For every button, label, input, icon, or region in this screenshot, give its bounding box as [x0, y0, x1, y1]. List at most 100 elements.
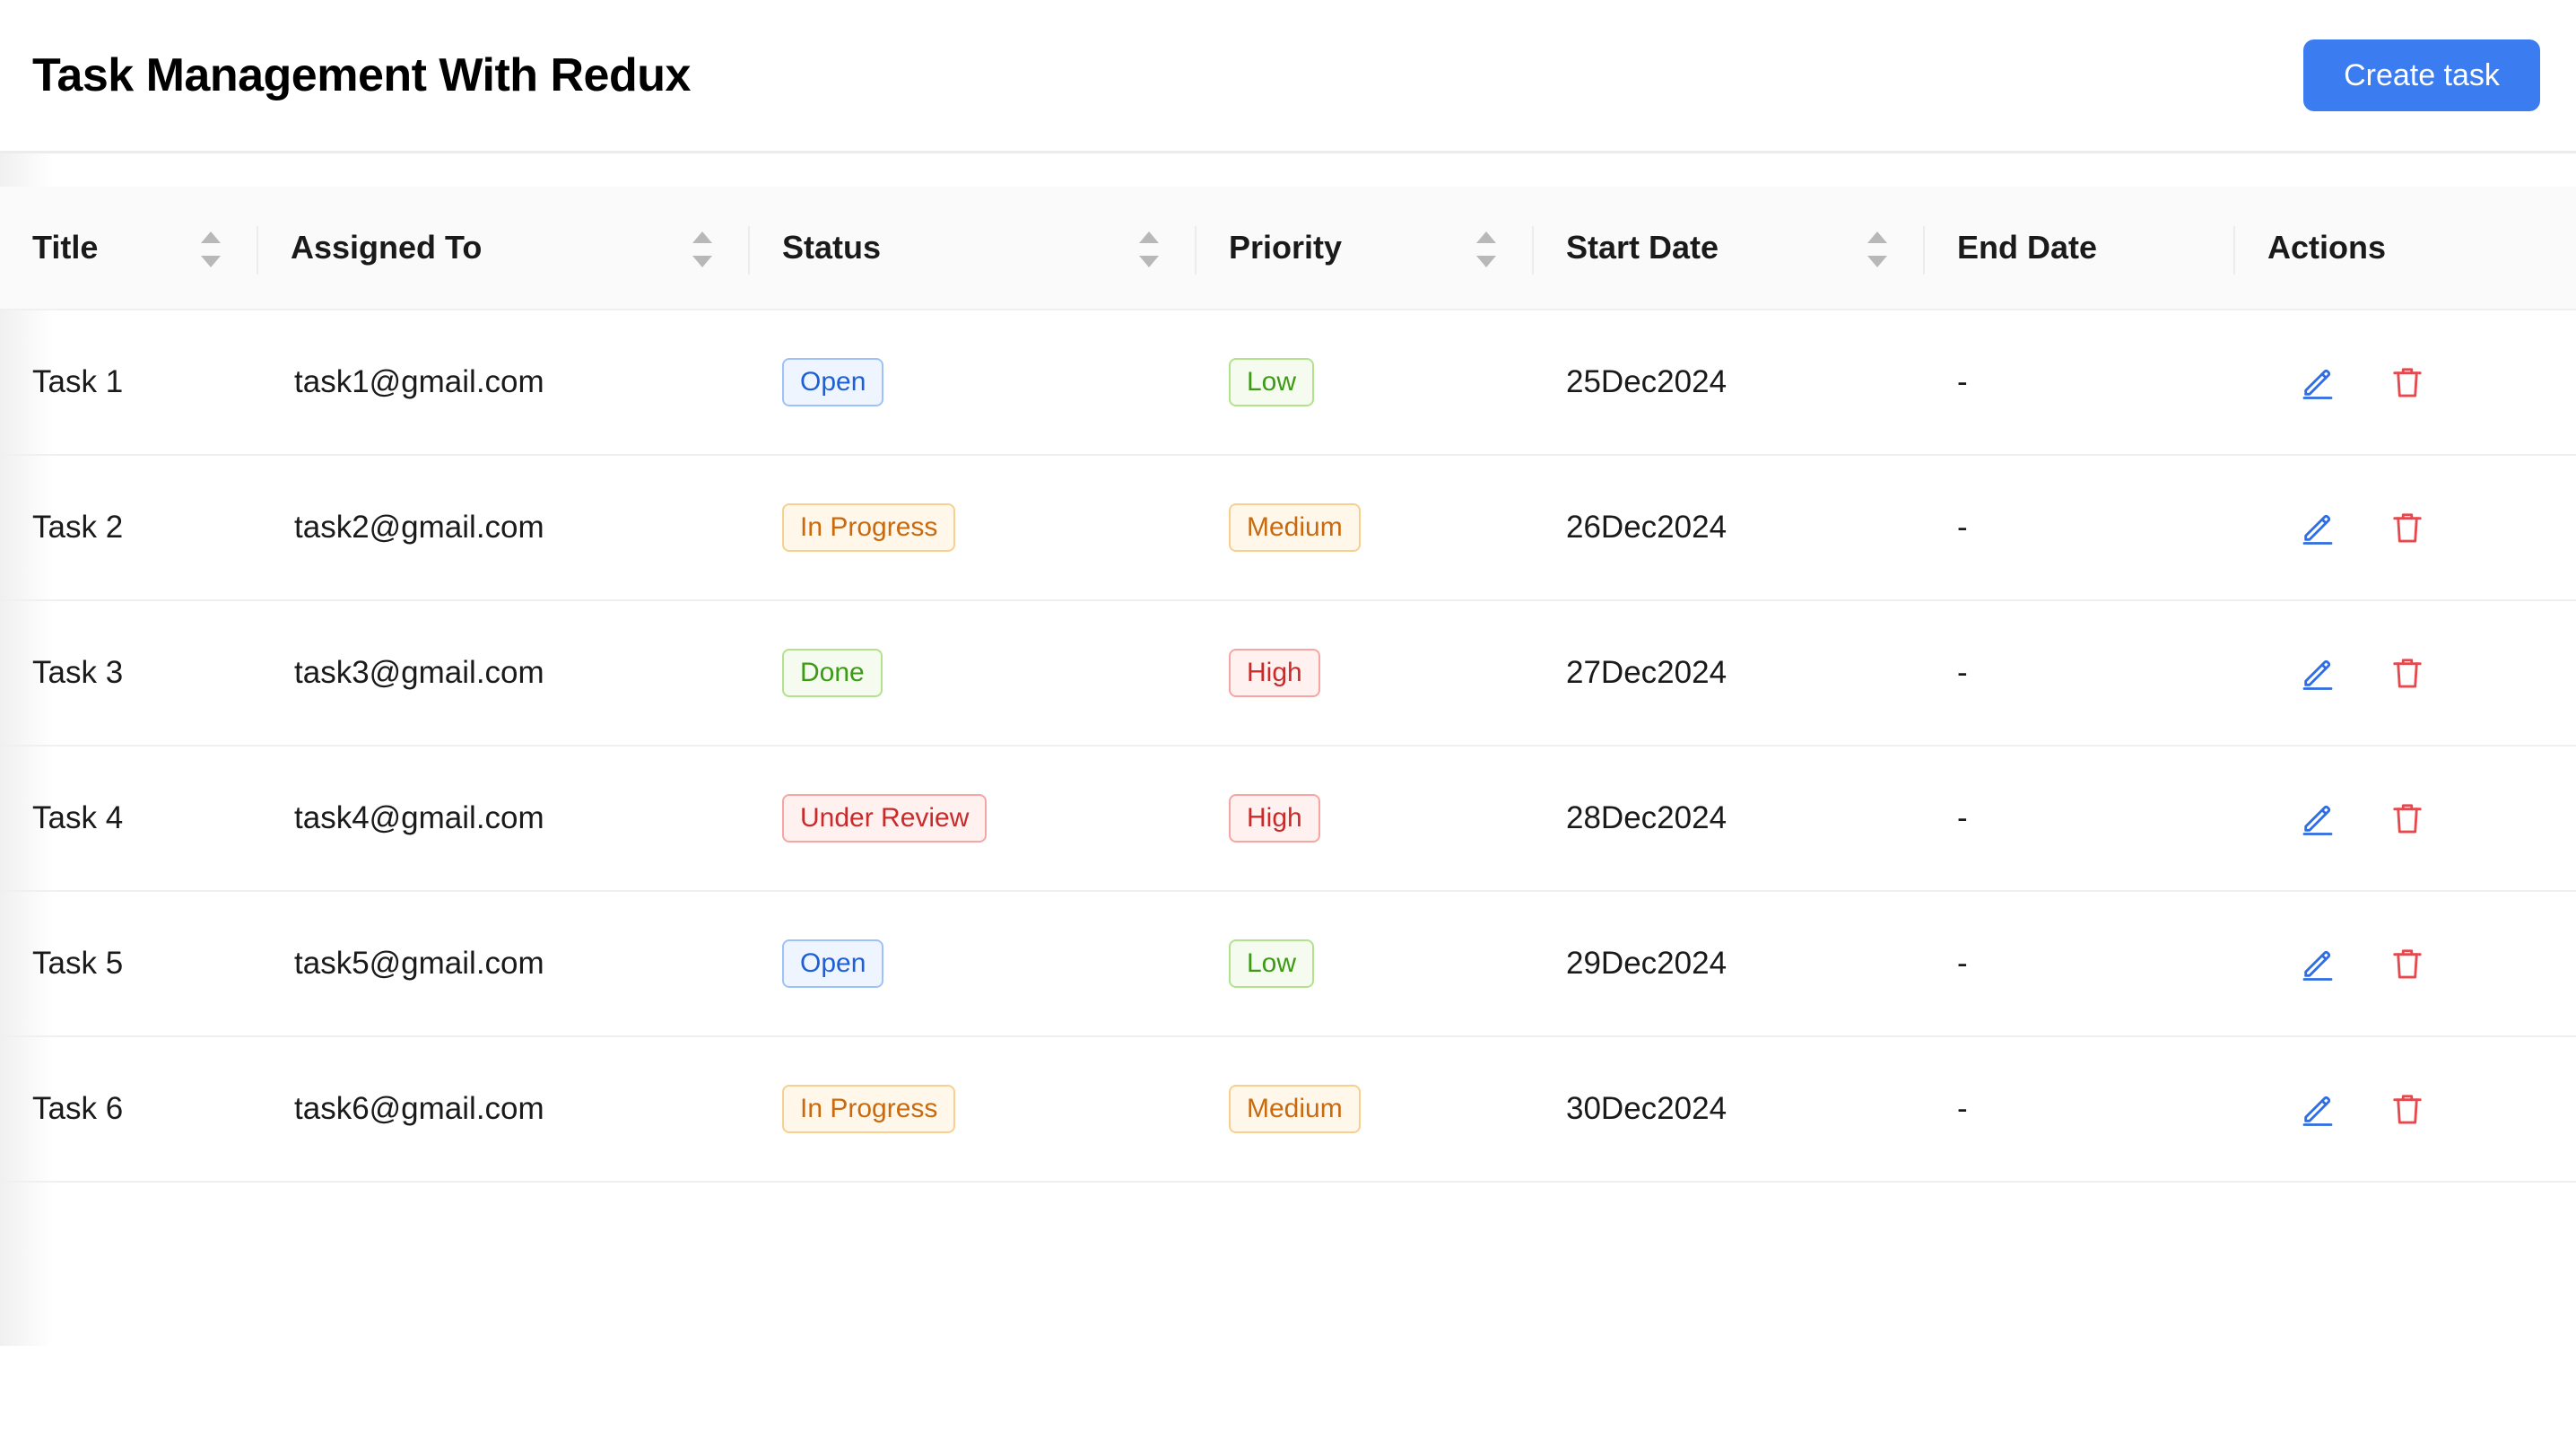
cell-title: Task 2	[0, 456, 258, 601]
page-header: Task Management With Redux Create task	[0, 0, 2576, 153]
column-header-label: Actions	[2267, 229, 2387, 266]
priority-badge: Medium	[1229, 503, 1361, 552]
page-title: Task Management With Redux	[32, 49, 691, 101]
sort-caret-icon[interactable]	[1139, 231, 1159, 267]
status-badge: Under Review	[782, 794, 988, 843]
pencil-edit-icon[interactable]	[2298, 1089, 2337, 1129]
cell-status: Open	[750, 310, 1197, 456]
sort-caret-icon[interactable]	[692, 231, 712, 267]
assignee-email: task5@gmail.com	[294, 946, 544, 981]
column-header-end-date: End Date	[1925, 187, 2235, 310]
cell-priority: High	[1197, 747, 1534, 892]
cell-actions	[2235, 601, 2576, 747]
column-header-assigned-to[interactable]: Assigned To	[258, 187, 750, 310]
cell-end-date: -	[1925, 892, 2235, 1037]
end-date: -	[1957, 800, 1968, 835]
column-header-label: End Date	[1957, 229, 2098, 266]
cell-start-date: 25Dec2024	[1534, 310, 1925, 456]
cell-priority: Medium	[1197, 1037, 1534, 1183]
column-header-actions: Actions	[2235, 187, 2576, 310]
pencil-edit-icon[interactable]	[2298, 799, 2337, 838]
cell-title: Task 5	[0, 892, 258, 1037]
trash-delete-icon[interactable]	[2388, 799, 2427, 838]
cell-actions	[2235, 747, 2576, 892]
cell-start-date: 29Dec2024	[1534, 892, 1925, 1037]
task-title: Task 5	[32, 946, 124, 981]
pencil-edit-icon[interactable]	[2298, 944, 2337, 983]
assignee-email: task2@gmail.com	[294, 510, 544, 545]
end-date: -	[1957, 946, 1968, 981]
pencil-edit-icon[interactable]	[2298, 508, 2337, 547]
cell-status: Done	[750, 601, 1197, 747]
cell-title: Task 1	[0, 310, 258, 456]
trash-delete-icon[interactable]	[2388, 1089, 2427, 1129]
column-header-label: Priority	[1229, 229, 1343, 266]
cell-priority: Low	[1197, 892, 1534, 1037]
cell-actions	[2235, 456, 2576, 601]
cell-assigned-to: task6@gmail.com	[258, 1037, 750, 1183]
sort-caret-icon[interactable]	[201, 231, 221, 267]
trash-delete-icon[interactable]	[2388, 508, 2427, 547]
assignee-email: task3@gmail.com	[294, 655, 544, 690]
column-header-label: Assigned To	[291, 229, 483, 266]
trash-delete-icon[interactable]	[2388, 653, 2427, 693]
cell-title: Task 4	[0, 747, 258, 892]
cell-status: In Progress	[750, 1037, 1197, 1183]
cell-actions	[2235, 892, 2576, 1037]
cell-end-date: -	[1925, 1037, 2235, 1183]
column-header-start-date[interactable]: Start Date	[1534, 187, 1925, 310]
cell-assigned-to: task1@gmail.com	[258, 310, 750, 456]
start-date: 27Dec2024	[1566, 655, 1727, 690]
cell-status: Under Review	[750, 747, 1197, 892]
end-date: -	[1957, 655, 1968, 690]
trash-delete-icon[interactable]	[2388, 944, 2427, 983]
cell-title: Task 6	[0, 1037, 258, 1183]
trash-delete-icon[interactable]	[2388, 362, 2427, 402]
pencil-edit-icon[interactable]	[2298, 653, 2337, 693]
cell-start-date: 28Dec2024	[1534, 747, 1925, 892]
priority-badge: Low	[1229, 358, 1315, 406]
task-title: Task 6	[32, 1091, 124, 1126]
task-title: Task 2	[32, 510, 124, 545]
cell-priority: Medium	[1197, 456, 1534, 601]
cell-actions	[2235, 310, 2576, 456]
start-date: 29Dec2024	[1566, 946, 1727, 981]
cell-start-date: 27Dec2024	[1534, 601, 1925, 747]
cell-end-date: -	[1925, 747, 2235, 892]
task-title: Task 1	[32, 364, 124, 399]
end-date: -	[1957, 364, 1968, 399]
cell-end-date: -	[1925, 310, 2235, 456]
app-root: Task Management With Redux Create task T…	[0, 0, 2576, 1432]
create-task-button[interactable]: Create task	[2303, 39, 2540, 111]
cell-assigned-to: task2@gmail.com	[258, 456, 750, 601]
column-header-status[interactable]: Status	[750, 187, 1197, 310]
column-header-label: Start Date	[1566, 229, 1719, 266]
cell-priority: High	[1197, 601, 1534, 747]
priority-badge: Medium	[1229, 1085, 1361, 1133]
cell-assigned-to: task3@gmail.com	[258, 601, 750, 747]
task-title: Task 3	[32, 655, 124, 690]
cell-status: In Progress	[750, 456, 1197, 601]
cell-start-date: 26Dec2024	[1534, 456, 1925, 601]
cell-title: Task 3	[0, 601, 258, 747]
cell-priority: Low	[1197, 310, 1534, 456]
sort-caret-icon[interactable]	[1867, 231, 1887, 267]
assignee-email: task4@gmail.com	[294, 800, 544, 835]
cell-start-date: 30Dec2024	[1534, 1037, 1925, 1183]
cell-end-date: -	[1925, 456, 2235, 601]
start-date: 26Dec2024	[1566, 510, 1727, 545]
assignee-email: task1@gmail.com	[294, 364, 544, 399]
sort-caret-icon[interactable]	[1476, 231, 1496, 267]
task-table: Title Assigned To Status Priority Start	[0, 187, 2576, 1183]
priority-badge: High	[1229, 649, 1320, 697]
column-header-label: Status	[782, 229, 882, 266]
status-badge: In Progress	[782, 1085, 956, 1133]
assignee-email: task6@gmail.com	[294, 1091, 544, 1126]
column-header-priority[interactable]: Priority	[1197, 187, 1534, 310]
pencil-edit-icon[interactable]	[2298, 362, 2337, 402]
status-badge: In Progress	[782, 503, 956, 552]
column-header-title[interactable]: Title	[0, 187, 258, 310]
cell-actions	[2235, 1037, 2576, 1183]
start-date: 25Dec2024	[1566, 364, 1727, 399]
start-date: 28Dec2024	[1566, 800, 1727, 835]
